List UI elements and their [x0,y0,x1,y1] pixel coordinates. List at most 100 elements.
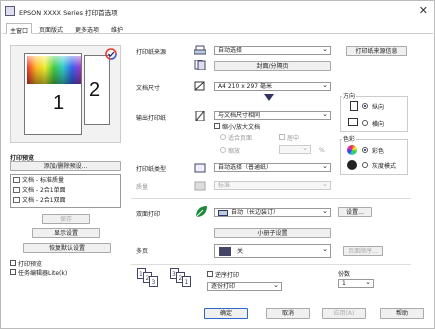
document-icon [13,177,20,183]
duplex-select[interactable]: 自动（长边装订） [214,208,331,217]
booklet-settings-button[interactable]: 小册子设置 [214,228,331,238]
color-wheel-icon [347,145,357,155]
tab-main[interactable]: 主窗口 [6,23,33,35]
presets-list[interactable]: 文档 - 标准质量 文档 - 2合1单面 文档 - 2合1双面 [10,174,121,208]
divider [131,198,411,199]
print-preview-checkbox[interactable] [10,260,16,266]
preset-label: 文档 - 2合1单面 [22,187,66,194]
document-size-label: 文档尺寸 [136,85,161,92]
color-label: 色彩 [342,134,357,143]
output-paper-label: 输出打印纸 [136,115,167,122]
paper-source-label: 打印纸来源 [136,49,167,56]
print-preview-image: 1 2 [10,45,121,143]
fit-page-label: 适合页面 [228,135,253,142]
help-button[interactable]: 帮助 [380,308,424,319]
fit-page-radio[interactable] [220,134,226,140]
quality-label: 质量 [136,184,149,191]
preset-item[interactable]: 文档 - 2合1单面 [13,186,117,195]
paper-source-select[interactable]: 自动选择 [214,46,331,55]
document-icon [13,187,20,193]
center-label: 居中 [287,135,300,142]
center-checkbox[interactable] [279,134,285,140]
landscape-radio[interactable] [362,120,368,126]
svg-text:2: 2 [146,275,150,282]
reverse-order-label: 逆序打印 [215,272,240,279]
print-preview-label: 打印预览 [18,261,43,268]
cover-page-icon [194,60,206,70]
preset-item[interactable]: 文档 - 2合1双面 [13,196,117,205]
paper-source-info-button[interactable]: 打印纸来源信息 [346,46,407,56]
zoom-radio[interactable] [220,147,226,153]
reduce-enlarge-checkbox[interactable] [214,123,220,129]
preset-label: 文档 - 2合1双面 [22,197,66,204]
color-option-label: 彩色 [372,148,385,155]
paper-type-select[interactable]: 自动选择（普通纸） [214,163,331,172]
reverse-order-icon: 1 2 3 [137,268,158,287]
copies-input[interactable]: 1 [338,279,374,288]
restore-defaults-button[interactable]: 恢复默认设置 [23,243,111,253]
front-page: 1 [24,53,82,135]
duplex-value: 自动（长边装订） [231,209,280,216]
duplex-page-icon [218,210,228,216]
ok-button[interactable]: 确定 [204,308,248,319]
print-preferences-window: EPSON XXXX Series 打印首选项 ✕ 主窗口 页面版式 更多选项 … [0,0,435,329]
arrow-down-icon [264,94,274,101]
reduce-enlarge-label: 缩小/放大文档 [222,124,261,131]
color-sample [27,56,81,84]
portrait-label: 纵向 [372,104,385,111]
tab-more-options[interactable]: 更多选项 [72,23,102,34]
add-remove-presets-button[interactable]: 添加/删除预设... [10,161,121,171]
cover-separator-button[interactable]: 封面/分隔页 [214,61,331,71]
apply-button[interactable]: 应用(A) [322,308,366,319]
zoom-label: 缩放 [228,148,241,155]
tab-page-layout[interactable]: 页面版式 [36,23,66,34]
document-size-icon [194,81,205,91]
save-preset-button[interactable]: 保存 [42,214,90,224]
paper-type-icon [194,163,206,173]
job-arranger-label: 任务编辑器Lite(k) [18,270,68,277]
back-page-number: 2 [89,79,101,101]
quality-select[interactable]: 标准 [214,181,331,190]
svg-text:1: 1 [139,271,143,278]
show-settings-button[interactable]: 显示设置 [32,228,100,238]
orientation-label: 方向 [342,91,357,100]
percent-unit: % [319,147,325,154]
front-page-number: 1 [53,92,65,114]
multi-page-select[interactable]: 关 [214,244,331,258]
zoom-percent-input[interactable] [279,145,311,154]
tab-maintenance[interactable]: 维护 [108,23,126,34]
reverse-order-checkbox[interactable] [207,271,213,277]
duplex-settings-button[interactable]: 设置... [338,207,372,217]
cancel-button[interactable]: 取消 [266,308,310,319]
window-title: EPSON XXXX Series 打印首选项 [19,9,118,17]
svg-text:3: 3 [172,271,176,278]
output-paper-select[interactable]: 与文档尺寸相同 [214,111,331,120]
document-icon [13,197,20,203]
grayscale-label: 灰度模式 [372,163,397,170]
ink-status-icon[interactable] [105,48,117,60]
close-icon[interactable]: ✕ [419,4,428,17]
title-bar: EPSON XXXX Series 打印首选项 ✕ [1,1,434,21]
svg-text:2: 2 [179,275,183,282]
grayscale-radio[interactable] [362,162,368,168]
document-size-select[interactable]: A4 210 x 297 毫米 [214,82,331,91]
paper-tray-icon [194,45,206,55]
grayscale-icon [347,160,357,170]
landscape-icon [348,118,358,126]
preset-item[interactable]: 文档 - 标准质量 [13,176,117,185]
color-radio[interactable] [362,147,368,153]
collate-select[interactable]: 逐份打印 [207,282,282,291]
divider [131,264,411,265]
page-order-button[interactable]: 页面顺序... [343,246,383,256]
collate-icon: 3 2 1 [170,268,191,287]
svg-text:1: 1 [185,279,189,286]
copies-label: 份数 [338,271,351,278]
back-page: 2 [84,55,110,125]
output-paper-icon [195,111,205,121]
job-arranger-checkbox[interactable] [10,269,16,275]
quality-icon [194,181,206,191]
svg-text:3: 3 [152,279,156,286]
portrait-radio[interactable] [362,103,368,109]
portrait-icon [350,101,358,111]
multi-page-label: 多页 [136,248,149,255]
